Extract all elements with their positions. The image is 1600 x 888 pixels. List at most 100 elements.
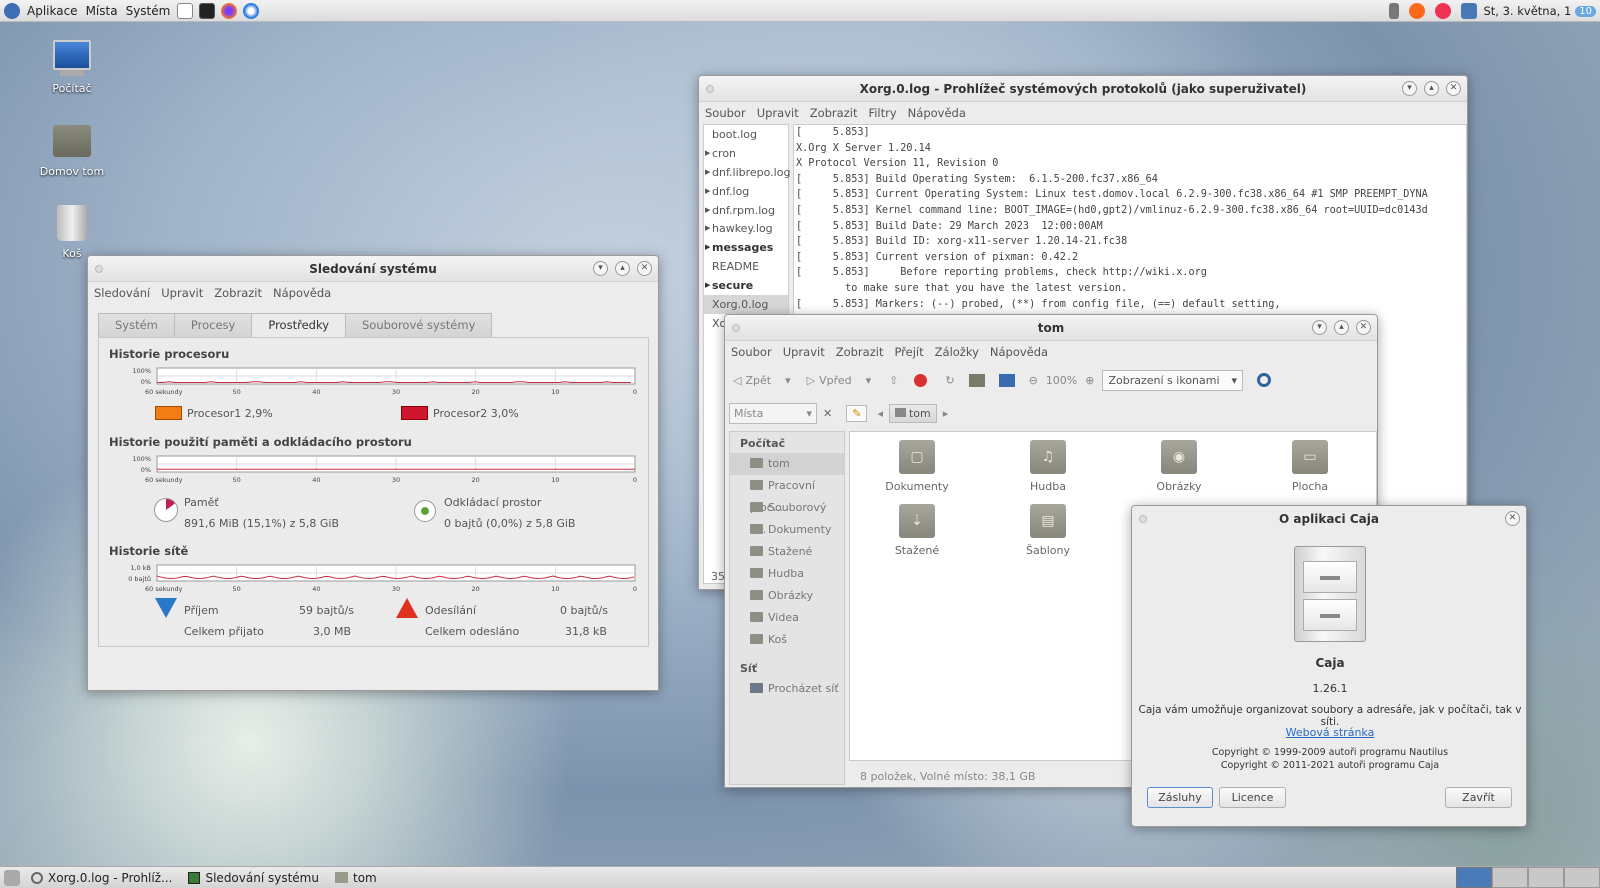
close-button[interactable]: ✕ [1356,320,1371,335]
expander-icon[interactable]: ▶ [705,163,710,182]
clock[interactable]: St, 3. května, 1 [1484,4,1572,18]
tab-resources[interactable]: Prostředky [251,313,346,337]
log-file-item[interactable]: Xorg.0.log [704,295,788,314]
sidebar-item[interactable]: tom [730,453,844,475]
computer-icon[interactable] [998,373,1015,387]
minimize-button[interactable]: ▾ [593,261,608,276]
menu-system[interactable]: Systém [122,4,175,18]
edit-location-icon[interactable]: ✎ [846,404,868,422]
about-titlebar[interactable]: O aplikaci Caja ✕ [1132,506,1526,532]
file-item[interactable]: ♫ Hudba [993,440,1103,493]
notification-badge[interactable]: 10 [1575,5,1596,17]
breadcrumb-tom[interactable]: tom [888,403,937,423]
maximize-button[interactable]: ▴ [615,261,630,276]
website-link[interactable]: Webová stránka [1132,726,1526,739]
volume-icon[interactable] [1388,3,1399,19]
log-file-item[interactable]: ▶ dnf.log [704,182,788,201]
workspace-4[interactable] [1564,867,1600,888]
log-file-item[interactable]: ▶ secure [704,276,788,295]
close-button[interactable]: ✕ [637,261,652,276]
stop-icon[interactable] [914,373,928,387]
taskbar-item-monitor[interactable]: Sledování systému [180,868,327,888]
terminal-icon[interactable] [199,2,216,19]
sidebar-item[interactable]: Hudba [730,563,844,585]
sidebar-item[interactable]: Koš [730,629,844,651]
file-item[interactable]: ▭ Plocha [1255,440,1365,493]
menu-item[interactable]: Záložky [935,345,979,359]
maximize-button[interactable]: ▴ [1424,81,1439,96]
log-file-item[interactable]: ▶ dnf.librepo.log [704,163,790,182]
desktop-icon-home[interactable]: Domov tom [27,125,117,178]
view-selector[interactable]: Zobrazení s ikonami ▾ [1102,369,1244,391]
credits-button[interactable]: Zásluhy [1147,787,1213,808]
menu-item[interactable]: Upravit [161,286,203,300]
sidebar-item[interactable]: Obrázky [730,585,844,607]
menu-applications[interactable]: Aplikace [23,4,82,18]
firefox-tray-icon[interactable] [1408,3,1425,19]
home-icon[interactable] [968,373,985,387]
maximize-button[interactable]: ▴ [1334,320,1349,335]
desktop-icon-trash[interactable]: Koš [27,205,117,260]
sidebar-item[interactable]: Videa [730,607,844,629]
log-file-item[interactable]: boot.log [704,125,788,144]
log-file-item[interactable]: ▶ messages [704,238,788,257]
menu-item[interactable]: Upravit [757,106,799,120]
places-selector[interactable]: Místa ▾ [729,402,817,424]
license-button[interactable]: Licence [1219,787,1286,808]
log-file-item[interactable]: ▶ cron [704,144,788,163]
menu-item[interactable]: Přejít [894,345,923,359]
menu-item[interactable]: Soubor [731,345,772,359]
log-file-item[interactable]: ▶ hawkey.log [704,219,788,238]
log-file-item[interactable]: ▶ dnf.rpm.log [704,201,788,220]
show-desktop-icon[interactable] [4,869,20,886]
log-file-item[interactable]: README [704,257,788,276]
file-item[interactable]: ⇣ Stažené [862,504,972,557]
menu-item[interactable]: Zobrazit [810,106,858,120]
expander-icon[interactable]: ▶ [705,182,710,201]
firefox-icon[interactable] [221,2,238,19]
file-manager-titlebar[interactable]: tom ▾ ▴ ✕ [725,315,1377,341]
menu-places[interactable]: Místa [82,4,122,18]
search-icon[interactable] [1257,373,1272,387]
expander-icon[interactable]: ▶ [705,238,710,257]
sidebar-item[interactable]: Pracovní ploc... [730,475,844,514]
breadcrumb-left-icon[interactable]: ◂ [877,407,883,420]
thunderbird-icon[interactable] [243,2,260,19]
menu-item[interactable]: Zobrazit [214,286,262,300]
minimize-button[interactable]: ▾ [1312,320,1327,335]
tab-processes[interactable]: Procesy [173,313,253,337]
taskbar-item-caja[interactable]: tom [327,868,385,888]
expander-icon[interactable]: ▶ [705,276,710,295]
close-button[interactable]: ✕ [1446,81,1461,96]
menu-item[interactable]: Nápověda [908,106,966,120]
text-editor-icon[interactable] [177,2,194,19]
zoom-level[interactable]: 100% [1046,374,1077,387]
update-icon[interactable] [1434,3,1451,19]
expander-icon[interactable]: ▶ [705,201,710,220]
workspace-3[interactable] [1528,867,1564,888]
menu-item[interactable]: Nápověda [273,286,331,300]
tab-filesystems[interactable]: Souborové systémy [345,313,493,337]
up-icon[interactable]: ⇧ [889,374,898,387]
workspace-2[interactable] [1492,867,1528,888]
zoom-out-icon[interactable]: ⊖ [1029,374,1038,387]
taskbar-item-logviewer[interactable]: Xorg.0.log - Prohlíž... [23,868,180,888]
menu-item[interactable]: Sledování [94,286,150,300]
log-viewer-titlebar[interactable]: Xorg.0.log - Prohlížeč systémových proto… [699,76,1467,102]
system-monitor-titlebar[interactable]: Sledování systému ▾ ▴ ✕ [88,256,658,282]
file-item[interactable]: ◉ Obrázky [1124,440,1234,493]
menu-item[interactable]: Zobrazit [836,345,884,359]
tab-system[interactable]: Systém [98,313,175,337]
back-button[interactable]: ◁ Zpět ▾ [733,374,791,387]
forward-button[interactable]: ▷ Vpřed ▾ [807,374,872,387]
file-item[interactable]: ▤ Šablony [993,504,1103,557]
sidebar-item[interactable]: Stažené [730,541,844,563]
file-item[interactable]: ▢ Dokumenty [862,440,972,493]
sidebar-item[interactable]: Procházet síť [730,678,844,700]
sidebar-item[interactable]: Dokumenty [730,519,844,541]
network-icon[interactable] [1460,3,1477,19]
close-sidebar-icon[interactable]: ✕ [823,407,832,420]
menu-item[interactable]: Soubor [705,106,746,120]
menu-item[interactable]: Upravit [783,345,825,359]
close-button[interactable]: ✕ [1505,511,1520,526]
